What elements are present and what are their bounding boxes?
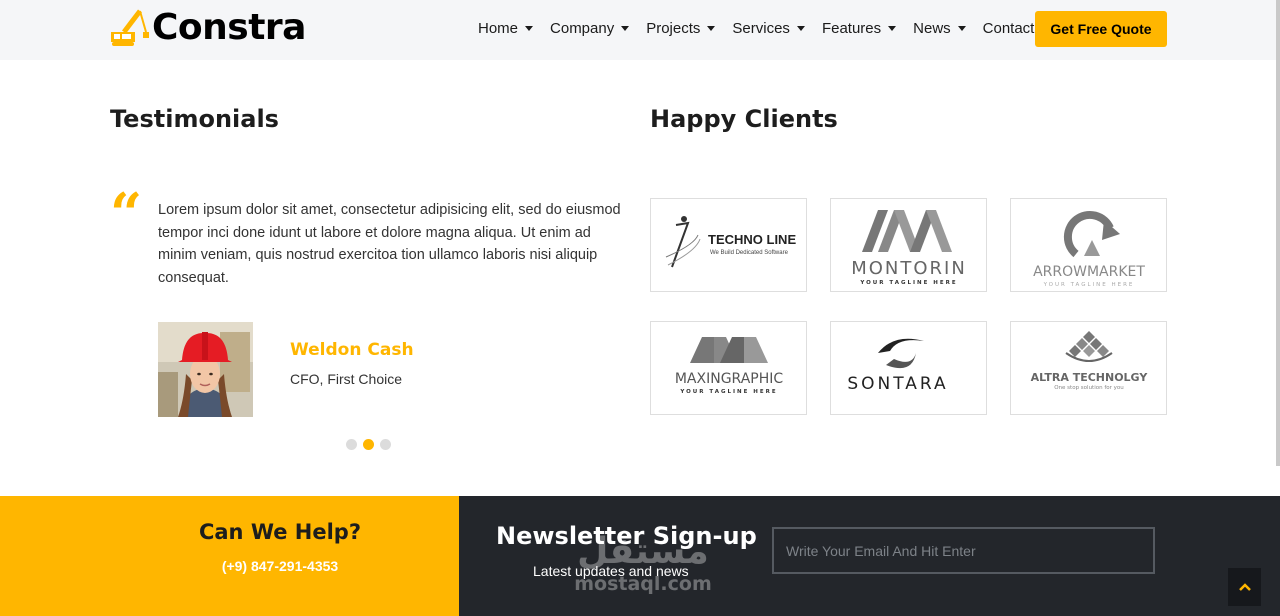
- client-logo-maxingraphic[interactable]: MAXINGRAPHIC YOUR TAGLINE HERE: [650, 321, 807, 415]
- nav-item-news[interactable]: News: [913, 19, 966, 39]
- caret-down-icon: [888, 25, 897, 31]
- nav-label: Company: [550, 20, 615, 37]
- sontara-logo: SONTARA: [847, 338, 948, 394]
- maxingraphic-logo: MAXINGRAPHIC YOUR TAGLINE HERE: [674, 337, 783, 395]
- main-nav: Home Company Projects Services Features …: [478, 19, 1051, 39]
- client-logo-arrowmarket[interactable]: ARROWMARKET YOUR TAGLINE HERE: [1010, 198, 1167, 292]
- client-logo-sontara[interactable]: SONTARA: [830, 321, 987, 415]
- chevron-up-icon: [1238, 583, 1251, 591]
- nav-item-company[interactable]: Company: [550, 19, 630, 39]
- altra-logo: ALTRA TECHNOLGY One stop solution for yo…: [1030, 331, 1148, 391]
- nav-item-home[interactable]: Home: [478, 19, 534, 39]
- technoline-logo: TECHNO LINE We Build Dedicated Software: [665, 216, 796, 268]
- nav-item-services[interactable]: Services: [732, 19, 805, 39]
- newsletter-title: Newsletter Sign-up: [496, 522, 757, 550]
- clients-title: Happy Clients: [650, 105, 838, 133]
- client-tagline: One stop solution for you: [1054, 385, 1124, 391]
- arrowmarket-logo: ARROWMARKET YOUR TAGLINE HERE: [1033, 210, 1145, 288]
- nav-label: News: [913, 20, 951, 37]
- nav-label: Features: [821, 20, 882, 37]
- nav-label: Home: [478, 20, 519, 37]
- caret-down-icon: [707, 25, 716, 31]
- client-name: MAXINGRAPHIC: [674, 371, 783, 387]
- client-tagline: YOUR TAGLINE HERE: [679, 389, 777, 395]
- nav-item-contact[interactable]: Contact: [983, 19, 1035, 39]
- get-free-quote-button[interactable]: Get Free Quote: [1035, 11, 1167, 47]
- caret-down-icon: [957, 25, 966, 31]
- client-name: TECHNO LINE: [708, 232, 796, 247]
- quote-left-icon: “: [110, 181, 143, 247]
- nav-label: Services: [732, 20, 790, 37]
- help-box: [0, 496, 459, 616]
- testimonials-title: Testimonials: [110, 105, 279, 133]
- crane-logo-icon: [111, 9, 149, 46]
- nav-label: Projects: [646, 20, 701, 37]
- carousel-dot-1[interactable]: [346, 439, 357, 450]
- carousel-dot-2[interactable]: [363, 439, 374, 450]
- testimonial-text: Lorem ipsum dolor sit amet, consectetur …: [158, 202, 621, 286]
- carousel-dots: [346, 439, 397, 450]
- back-to-top-button[interactable]: [1228, 568, 1261, 606]
- carousel-dot-3[interactable]: [380, 439, 391, 450]
- newsletter-email-input[interactable]: [772, 527, 1155, 574]
- site-logo[interactable]: Constra: [110, 8, 306, 48]
- brand-name: Constra: [152, 7, 306, 48]
- avatar: [158, 322, 253, 417]
- client-logo-altra[interactable]: ALTRA TECHNOLGY One stop solution for yo…: [1010, 321, 1167, 415]
- nav-item-projects[interactable]: Projects: [646, 19, 716, 39]
- client-logo-technoline[interactable]: TECHNO LINE We Build Dedicated Software: [650, 198, 807, 292]
- site-header: Constra Home Company Projects Services F…: [0, 0, 1280, 60]
- client-logo-montorin[interactable]: MONTORIN YOUR TAGLINE HERE: [830, 198, 987, 292]
- client-name: SONTARA: [847, 374, 948, 394]
- client-name: MONTORIN: [851, 258, 967, 279]
- caret-down-icon: [621, 25, 630, 31]
- client-name: ARROWMARKET: [1033, 264, 1145, 280]
- client-tagline: YOUR TAGLINE HERE: [859, 280, 957, 286]
- client-tagline: We Build Dedicated Software: [710, 250, 789, 256]
- client-tagline: YOUR TAGLINE HERE: [1042, 282, 1134, 288]
- nav-label: Contact: [982, 20, 1035, 37]
- testimonial-photo: [158, 322, 253, 417]
- scrollbar-thumb[interactable]: [1276, 0, 1280, 466]
- testimonial-author-name: Weldon Cash: [290, 340, 414, 360]
- caret-down-icon: [525, 25, 534, 31]
- nav-item-features[interactable]: Features: [821, 19, 897, 39]
- caret-down-icon: [796, 25, 805, 31]
- newsletter-subtitle: Latest updates and news: [533, 563, 689, 579]
- testimonial-author-role: CFO, First Choice: [290, 371, 403, 387]
- montorin-logo: MONTORIN YOUR TAGLINE HERE: [851, 210, 967, 286]
- client-name: ALTRA TECHNOLGY: [1030, 371, 1148, 384]
